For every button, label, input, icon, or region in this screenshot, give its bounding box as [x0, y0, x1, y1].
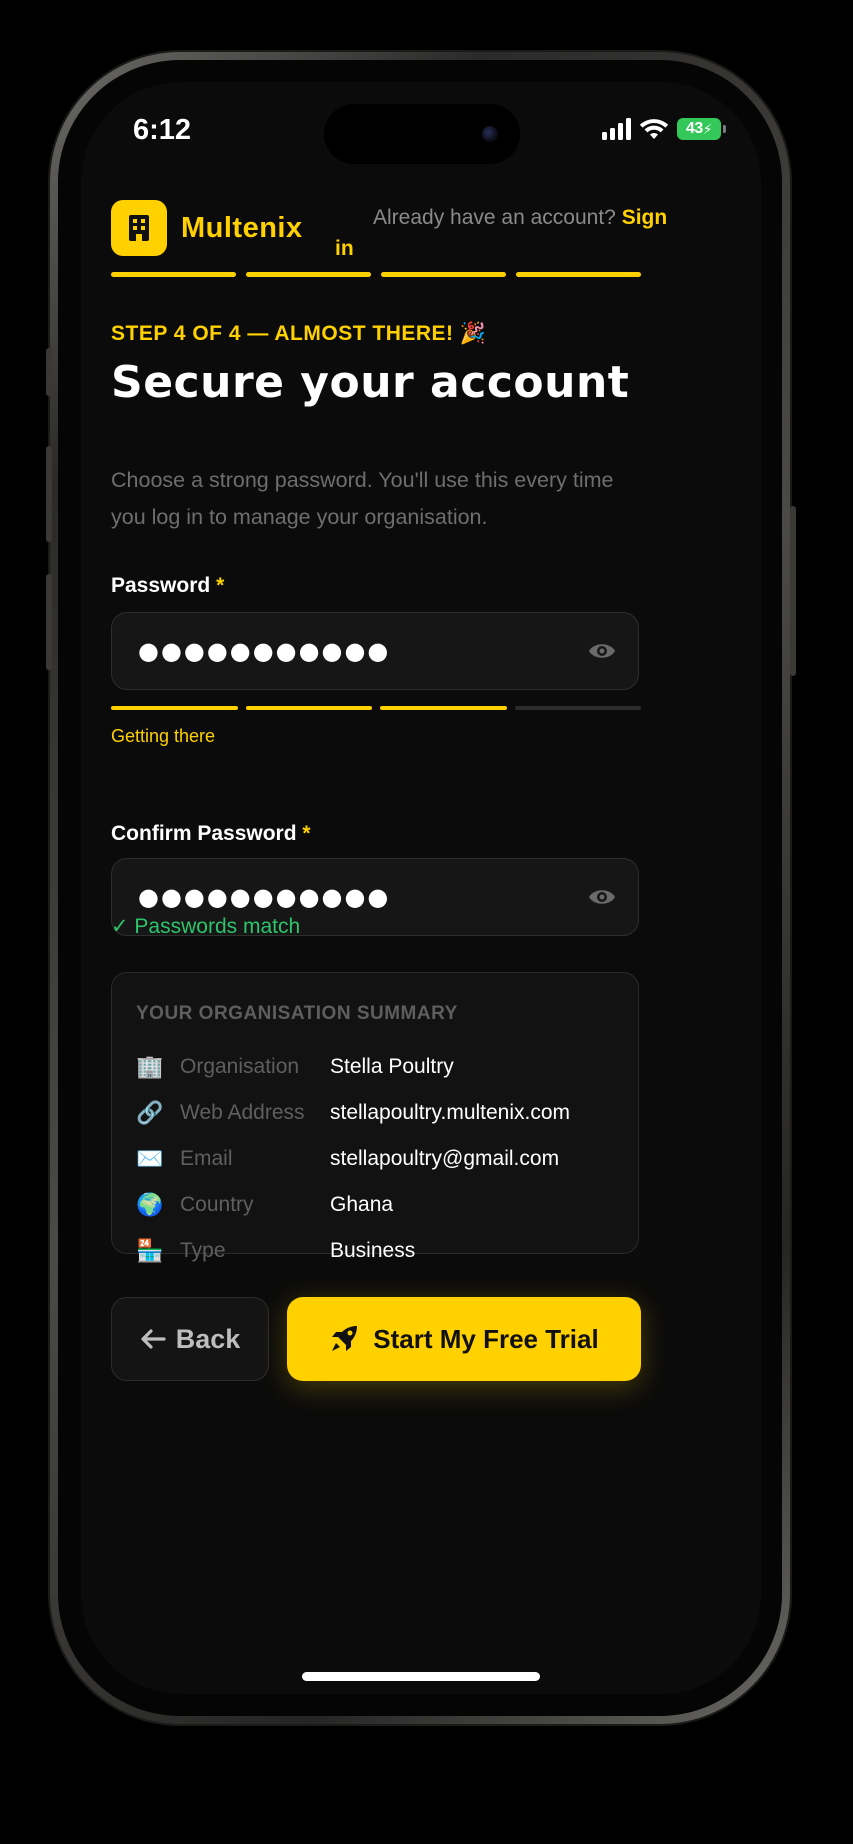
- home-indicator[interactable]: [302, 1672, 540, 1681]
- confirm-password-label: Confirm Password *: [111, 822, 311, 846]
- password-value: ●●●●●●●●●●●: [138, 637, 391, 665]
- summary-row: 🔗 Web Address stellapoultry.multenix.com: [136, 1097, 616, 1129]
- confirm-password-value: ●●●●●●●●●●●: [138, 883, 391, 911]
- required-mark: *: [216, 574, 225, 597]
- status-icons: 43 ⚡: [602, 118, 726, 140]
- summary-value: stellapoultry.multenix.com: [330, 1101, 571, 1124]
- brand-name: Multenix: [181, 212, 303, 244]
- signin-prompt: Already have an account? Sign: [373, 206, 667, 230]
- summary-row: 🏢 Organisation Stella Poultry: [136, 1051, 616, 1083]
- summary-row: 🏪 Type Business: [136, 1235, 616, 1267]
- step-3-bar: [381, 272, 506, 277]
- strength-segment-2: [245, 706, 372, 710]
- building-icon: [129, 215, 149, 241]
- office-building-icon: 🏢: [136, 1054, 164, 1079]
- summary-key: Email: [180, 1147, 233, 1170]
- battery-indicator: 43 ⚡: [677, 118, 726, 140]
- action-button: [46, 348, 52, 396]
- step-label: STEP 4 OF 4 — ALMOST THERE! 🎉: [111, 322, 487, 345]
- rocket-icon: [332, 1326, 358, 1351]
- cellular-signal-icon: [602, 118, 631, 140]
- strength-segment-1: [111, 706, 238, 710]
- summary-title: YOUR ORGANISATION SUMMARY: [136, 1003, 458, 1024]
- step-1-bar: [111, 272, 236, 277]
- app-screen: 6:12 43 ⚡ Multenix Already have an accoun…: [81, 82, 761, 1694]
- confirm-password-label-text: Confirm Password: [111, 822, 297, 845]
- strength-segment-4: [514, 706, 641, 710]
- summary-row: ✉️ Email stellapoultry@gmail.com: [136, 1143, 616, 1175]
- globe-icon: 🌍: [136, 1192, 164, 1217]
- brand-logo: [111, 200, 167, 256]
- summary-row: 🌍 Country Ghana: [136, 1189, 616, 1221]
- battery-level: 43: [685, 120, 703, 137]
- volume-down-button: [46, 574, 52, 670]
- summary-key: Organisation: [180, 1055, 300, 1078]
- step-4-bar: [516, 272, 641, 277]
- charging-bolt-icon: ⚡: [702, 120, 713, 137]
- step-progress: [111, 272, 641, 277]
- link-icon: 🔗: [136, 1100, 164, 1125]
- organisation-summary-card: YOUR ORGANISATION SUMMARY 🏢 Organisation…: [111, 972, 639, 1263]
- eye-icon[interactable]: [588, 639, 616, 663]
- back-button[interactable]: Back: [111, 1297, 269, 1381]
- store-icon: 🏪: [136, 1238, 164, 1263]
- signin-link[interactable]: Sign: [622, 206, 668, 229]
- password-strength-text: Getting there: [111, 726, 216, 746]
- page-title: Secure your account: [111, 357, 630, 408]
- summary-value: stellapoultry@gmail.com: [330, 1147, 560, 1170]
- status-time: 6:12: [133, 114, 192, 146]
- summary-key: Country: [180, 1193, 254, 1216]
- summary-value: Stella Poultry: [330, 1055, 454, 1078]
- back-button-label: Back: [175, 1323, 241, 1354]
- page-subtitle: Choose a strong password. You'll use thi…: [111, 468, 614, 529]
- dynamic-island: [324, 104, 520, 164]
- password-match-status: ✓ Passwords match: [111, 915, 301, 938]
- summary-value: Business: [330, 1239, 416, 1262]
- password-label-text: Password: [111, 574, 211, 597]
- strength-segment-3: [380, 706, 507, 710]
- volume-up-button: [46, 446, 52, 542]
- signin-link-wrap[interactable]: in: [335, 237, 354, 261]
- summary-value: Ghana: [330, 1193, 394, 1216]
- start-free-trial-label: Start My Free Trial: [373, 1323, 599, 1354]
- front-camera: [482, 126, 498, 142]
- start-free-trial-button[interactable]: Start My Free Trial: [287, 1297, 641, 1381]
- summary-key: Type: [180, 1239, 226, 1262]
- wifi-icon: [639, 119, 669, 139]
- password-label: Password *: [111, 574, 224, 598]
- envelope-icon: ✉️: [136, 1146, 164, 1171]
- step-2-bar: [246, 272, 371, 277]
- power-button: [790, 506, 796, 676]
- required-mark: *: [302, 822, 311, 845]
- arrow-left-icon: [141, 1329, 166, 1349]
- signin-prompt-text: Already have an account?: [373, 206, 616, 229]
- summary-key: Web Address: [180, 1101, 305, 1124]
- password-input[interactable]: ●●●●●●●●●●●: [111, 612, 639, 690]
- eye-icon[interactable]: [588, 885, 616, 909]
- password-strength-meter: [111, 706, 641, 710]
